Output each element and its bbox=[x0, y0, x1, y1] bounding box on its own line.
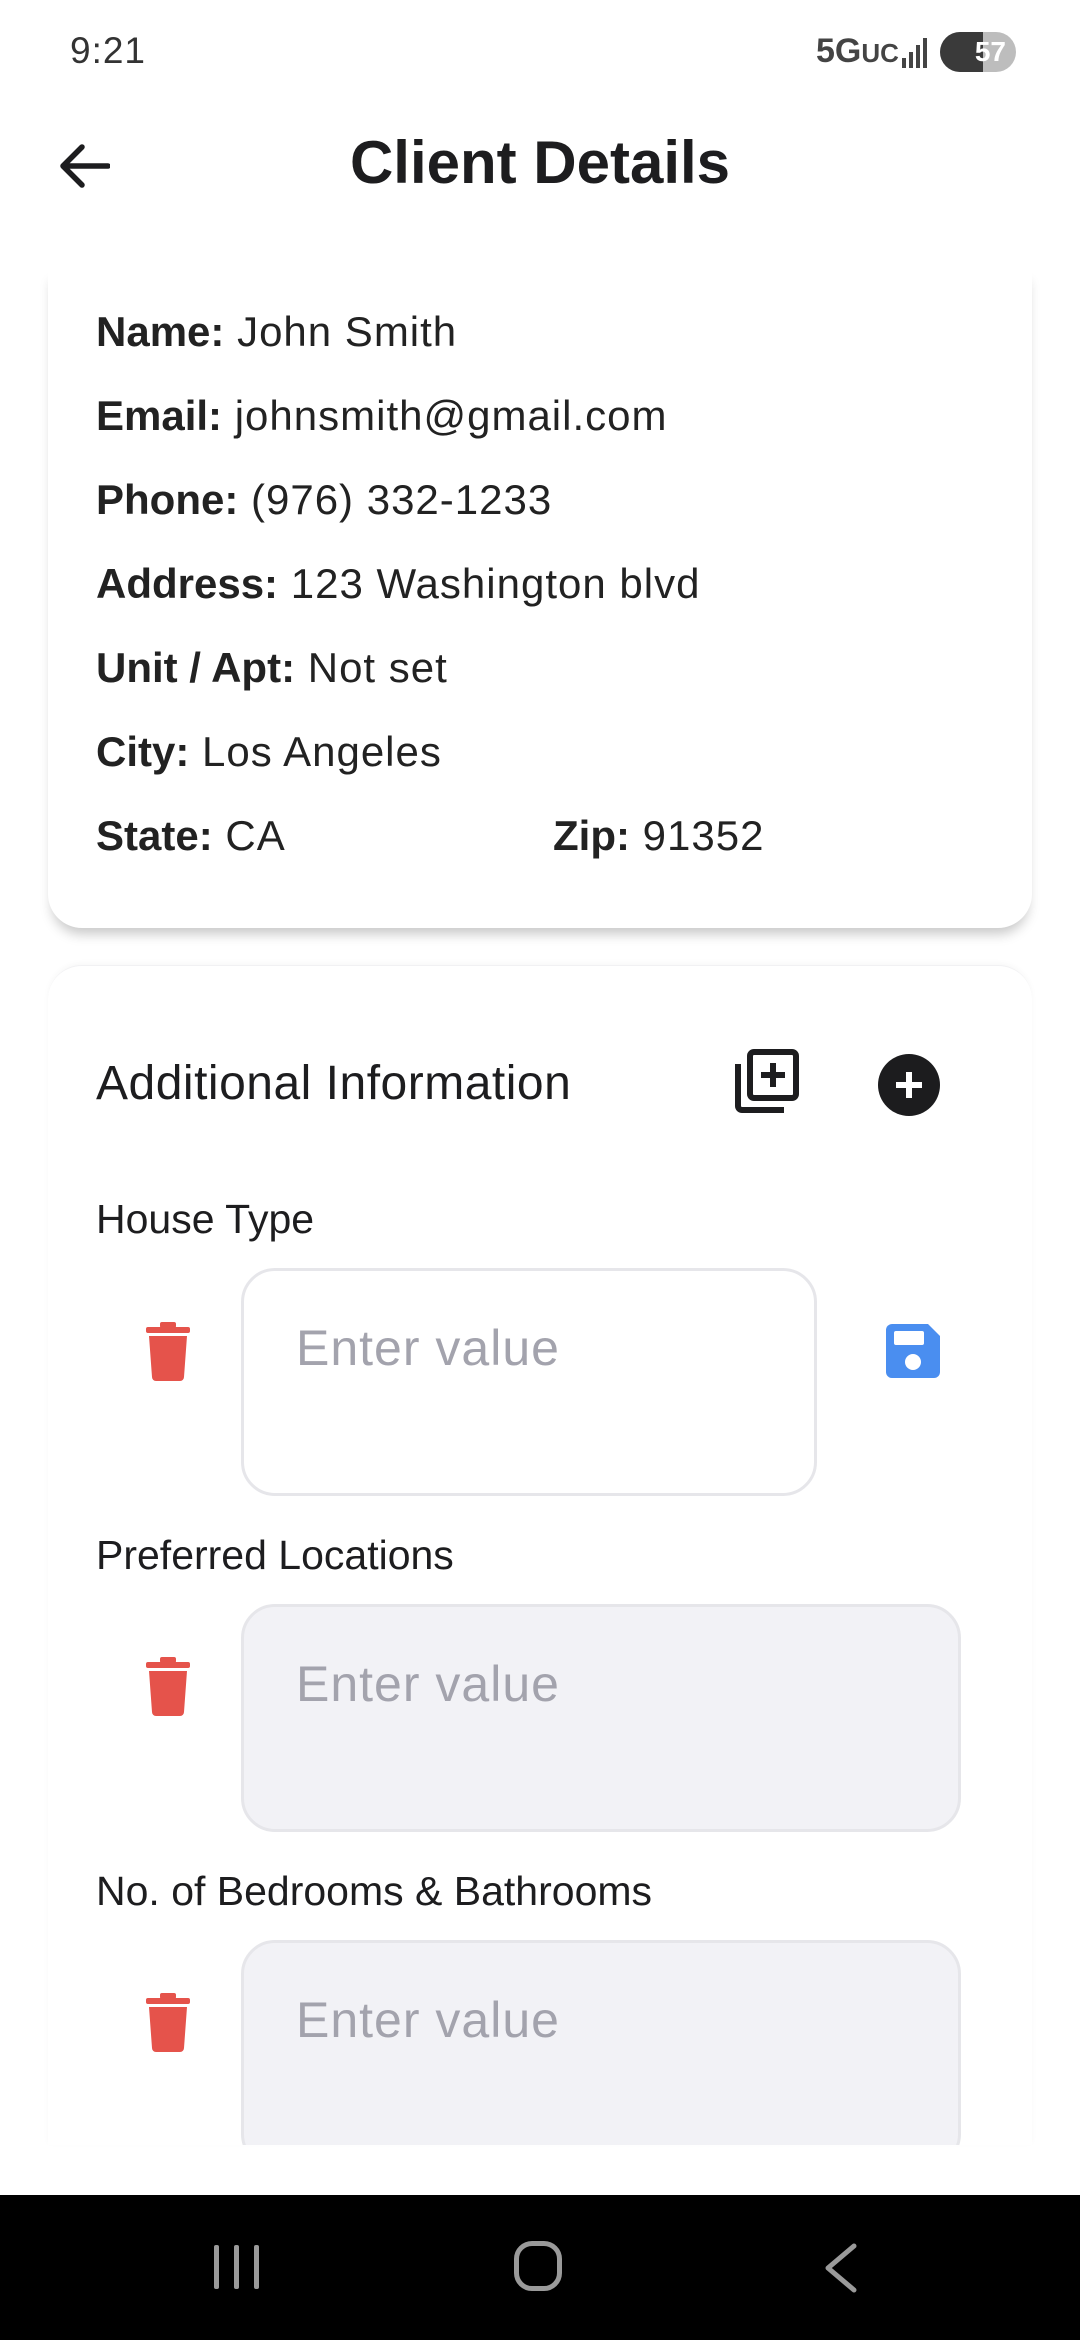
page-title: Client Details bbox=[349, 129, 731, 196]
delete-house-type-button[interactable] bbox=[144, 1321, 192, 1381]
add-from-template-button[interactable] bbox=[734, 1048, 800, 1114]
network-indicator: 5GUC bbox=[816, 32, 899, 71]
client-phone-label: Phone: bbox=[96, 476, 239, 523]
client-city-label: City: bbox=[96, 728, 190, 775]
client-name: John Smith bbox=[237, 308, 458, 355]
client-zip: 91352 bbox=[642, 812, 765, 859]
network-type: 5G bbox=[816, 32, 862, 70]
client-address: 123 Washington blvd bbox=[290, 560, 701, 607]
trash-icon bbox=[146, 1322, 190, 1381]
client-city: Los Angeles bbox=[202, 728, 442, 775]
status-bar: 9:21 5GUC 57 bbox=[0, 0, 1080, 100]
trash-icon bbox=[146, 1657, 190, 1716]
client-zip-label: Zip: bbox=[553, 812, 630, 859]
trash-icon bbox=[146, 1993, 190, 2052]
client-address-label: Address: bbox=[96, 560, 279, 607]
preferred-locations-input[interactable]: Enter value bbox=[241, 1604, 961, 1832]
client-state-row: State: CA bbox=[96, 812, 286, 860]
client-email: johnsmith@gmail.com bbox=[234, 392, 668, 439]
delete-preferred-locations-button[interactable] bbox=[144, 1656, 192, 1716]
client-info-card: Name: John Smith Email: johnsmith@gmail.… bbox=[48, 268, 1032, 928]
status-time: 9:21 bbox=[70, 30, 147, 71]
section-title: Additional Information bbox=[96, 1057, 572, 1110]
signal-icon bbox=[902, 38, 930, 68]
system-nav-bar bbox=[0, 2195, 1080, 2340]
house-type-input[interactable]: Enter value bbox=[241, 1268, 817, 1496]
field-label-house-type: House Type bbox=[96, 1196, 315, 1242]
battery-percent: 57 bbox=[974, 36, 1006, 67]
save-house-type-button[interactable] bbox=[884, 1322, 942, 1380]
client-name-row: Name: John Smith bbox=[96, 308, 457, 356]
client-address-row: Address: 123 Washington blvd bbox=[96, 560, 700, 608]
battery-icon: 57 bbox=[940, 32, 1016, 72]
save-icon bbox=[886, 1324, 940, 1378]
client-state: CA bbox=[225, 812, 286, 859]
add-field-button[interactable] bbox=[878, 1054, 940, 1116]
client-state-label: State: bbox=[96, 812, 213, 859]
client-email-label: Email: bbox=[96, 392, 223, 439]
client-unit: Not set bbox=[307, 644, 448, 691]
client-details-screen: 9:21 5GUC 57 Client Details Name: John S… bbox=[0, 0, 1080, 2340]
client-unit-row: Unit / Apt: Not set bbox=[96, 644, 448, 692]
bedrooms-bathrooms-input[interactable]: Enter value bbox=[241, 1940, 961, 2145]
field-label-bedrooms-bathrooms: No. of Bedrooms & Bathrooms bbox=[96, 1868, 653, 1914]
client-phone-row: Phone: (976) 332-1233 bbox=[96, 476, 552, 524]
delete-bedrooms-bathrooms-button[interactable] bbox=[144, 1992, 192, 2052]
additional-info-section: Additional Information House Type Enter … bbox=[48, 965, 1032, 2145]
home-button[interactable] bbox=[514, 2241, 562, 2291]
network-suffix: UC bbox=[861, 38, 899, 68]
client-unit-label: Unit / Apt: bbox=[96, 644, 296, 691]
client-name-label: Name: bbox=[96, 308, 225, 355]
client-email-row: Email: johnsmith@gmail.com bbox=[96, 392, 667, 440]
back-chevron-icon bbox=[825, 2243, 857, 2293]
field-label-preferred-locations: Preferred Locations bbox=[96, 1532, 454, 1578]
client-phone: (976) 332-1233 bbox=[251, 476, 553, 523]
client-city-row: City: Los Angeles bbox=[96, 728, 442, 776]
recent-apps-button[interactable] bbox=[214, 2245, 260, 2289]
client-zip-row: Zip: 91352 bbox=[553, 812, 764, 860]
app-bar: Client Details bbox=[0, 100, 1080, 230]
library-add-icon bbox=[735, 1049, 799, 1113]
nav-back-button[interactable] bbox=[820, 2243, 864, 2293]
